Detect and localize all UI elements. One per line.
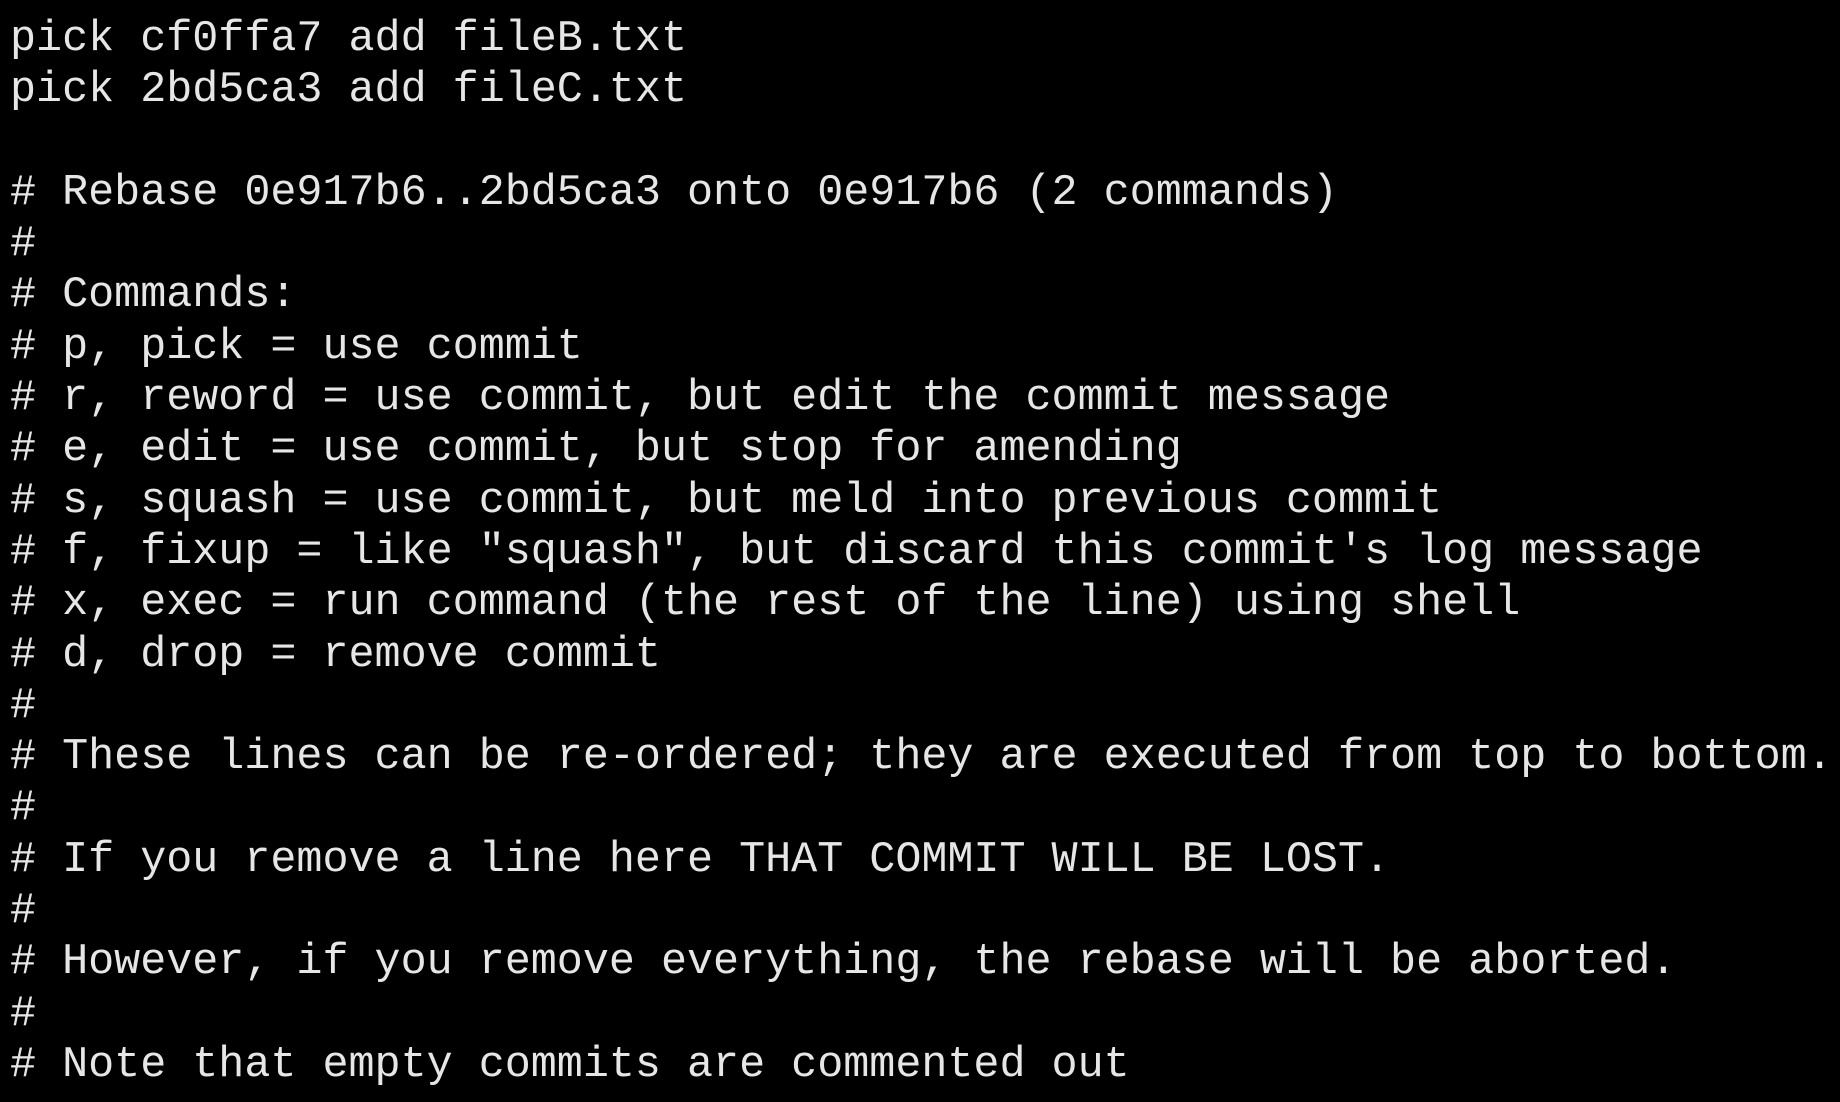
terminal-editor[interactable]: pick cf0ffa7 add fileB.txt pick 2bd5ca3 … [0,0,1840,1102]
comment-line[interactable]: # [10,681,1840,732]
comment-line[interactable]: # These lines can be re-ordered; they ar… [10,732,1840,783]
blank-line[interactable] [10,117,1840,168]
comment-line[interactable]: # e, edit = use commit, but stop for ame… [10,424,1840,475]
comment-line[interactable]: # Note that empty commits are commented … [10,1040,1840,1091]
comment-line[interactable]: # s, squash = use commit, but meld into … [10,476,1840,527]
comment-line[interactable]: # If you remove a line here THAT COMMIT … [10,835,1840,886]
comment-line[interactable]: # r, reword = use commit, but edit the c… [10,373,1840,424]
comment-line[interactable]: # Rebase 0e917b6..2bd5ca3 onto 0e917b6 (… [10,168,1840,219]
comment-line[interactable]: # d, drop = remove commit [10,630,1840,681]
comment-line[interactable]: # Commands: [10,270,1840,321]
comment-line[interactable]: # [10,219,1840,270]
comment-line[interactable]: # However, if you remove everything, the… [10,937,1840,988]
pick-line[interactable]: pick cf0ffa7 add fileB.txt [10,14,1840,65]
comment-line[interactable]: # f, fixup = like "squash", but discard … [10,527,1840,578]
comment-line[interactable]: # [10,989,1840,1040]
comment-line[interactable]: # p, pick = use commit [10,322,1840,373]
comment-line[interactable]: # [10,886,1840,937]
pick-line[interactable]: pick 2bd5ca3 add fileC.txt [10,65,1840,116]
comment-line[interactable]: # x, exec = run command (the rest of the… [10,578,1840,629]
comment-line[interactable]: # [10,783,1840,834]
